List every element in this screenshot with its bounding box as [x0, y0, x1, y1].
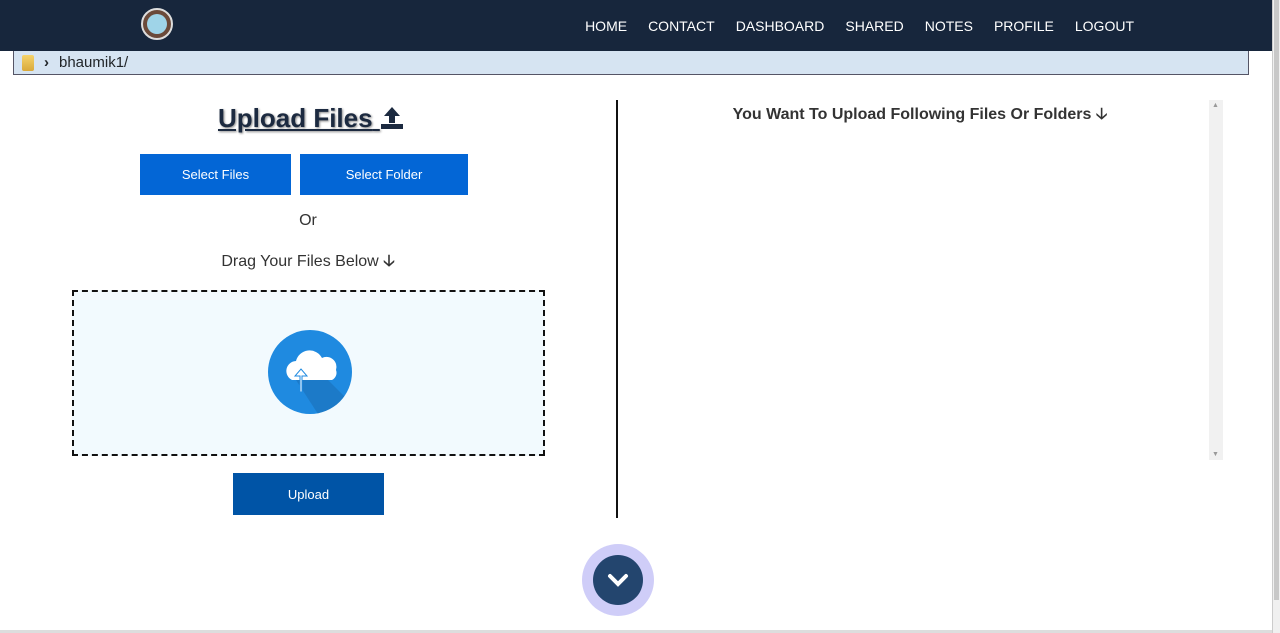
file-list-title: You Want To Upload Following Files Or Fo…: [620, 103, 1220, 130]
folder-icon[interactable]: [22, 54, 34, 71]
chevron-down-icon: [608, 574, 628, 587]
scroll-down-button[interactable]: [582, 544, 654, 616]
nav-logout[interactable]: LOGOUT: [1075, 18, 1134, 34]
nav-shared[interactable]: SHARED: [845, 18, 903, 34]
breadcrumb: › bhaumik1/: [13, 51, 1249, 75]
or-text: Or: [299, 212, 317, 229]
file-list-scrollbar[interactable]: ▲ ▼: [1209, 100, 1223, 460]
divider: [616, 100, 618, 518]
arrow-down-icon: 🡣: [383, 253, 395, 270]
drag-instruction: Drag Your Files Below 🡣: [0, 250, 616, 277]
upload-button[interactable]: Upload: [233, 473, 384, 515]
arrow-down-icon: 🡣: [1095, 106, 1108, 123]
upload-title: Upload Files: [218, 103, 404, 134]
drop-zone[interactable]: [72, 290, 545, 456]
top-navbar: HOME CONTACT DASHBOARD SHARED NOTES PROF…: [0, 0, 1272, 51]
upload-title-text: Upload Files: [218, 103, 373, 133]
nav-menu: HOME CONTACT DASHBOARD SHARED NOTES PROF…: [585, 18, 1134, 34]
logo[interactable]: [141, 8, 173, 40]
nav-home[interactable]: HOME: [585, 18, 627, 34]
select-folder-button[interactable]: Select Folder: [300, 154, 468, 195]
upload-icon: [380, 107, 403, 129]
file-list-title-text: You Want To Upload Following Files Or Fo…: [732, 106, 1092, 123]
breadcrumb-path[interactable]: bhaumik1/: [59, 54, 128, 71]
nav-profile[interactable]: PROFILE: [994, 18, 1054, 34]
select-files-button[interactable]: Select Files: [140, 154, 291, 195]
page-scrollbar[interactable]: [1272, 0, 1280, 633]
nav-contact[interactable]: CONTACT: [648, 18, 715, 34]
nav-notes[interactable]: NOTES: [925, 18, 973, 34]
chevron-right-icon: ›: [44, 54, 49, 71]
nav-dashboard[interactable]: DASHBOARD: [736, 18, 825, 34]
drag-text: Drag Your Files Below: [221, 253, 379, 270]
cloud-upload-icon: [268, 330, 352, 414]
